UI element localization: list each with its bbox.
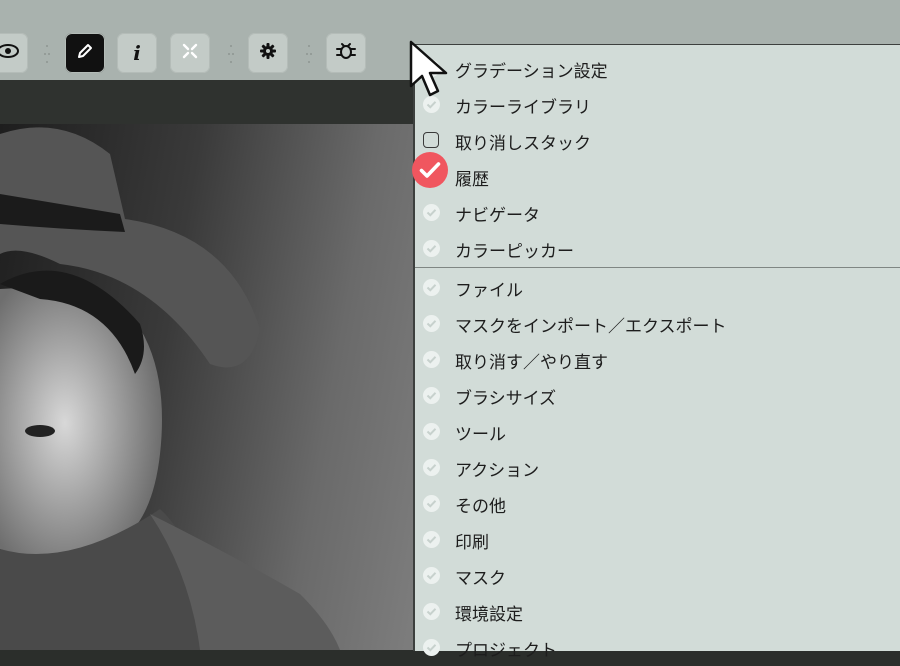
check-icon <box>422 239 440 257</box>
toolbar-separator <box>44 40 50 70</box>
canvas-header-bar <box>0 80 413 124</box>
settings-button[interactable] <box>248 33 288 73</box>
menu-item-label: ファイル <box>455 280 523 301</box>
check-icon <box>422 566 440 584</box>
check-icon <box>422 278 440 296</box>
menu-item-actions[interactable]: アクション <box>415 450 900 486</box>
highlighted-check-icon <box>412 152 448 188</box>
check-icon <box>422 203 440 221</box>
menu-item-label: 履歴 <box>455 169 489 190</box>
toolbar-separator <box>228 40 234 70</box>
check-icon <box>422 422 440 440</box>
panels-context-menu: グラデーション設定 カラーライブラリ 取り消しスタック 履歴 ナビゲータ カラー… <box>413 44 900 661</box>
menu-divider <box>415 267 900 268</box>
menu-item-label: マスク <box>455 568 506 589</box>
check-icon <box>422 602 440 620</box>
eye-toggle-button[interactable] <box>0 33 28 73</box>
mouse-cursor-icon <box>408 40 452 100</box>
menu-item-brush-size[interactable]: ブラシサイズ <box>415 378 900 414</box>
menu-item-label: マスクをインポート／エクスポート <box>455 316 727 337</box>
check-icon <box>422 350 440 368</box>
fullscreen-icon <box>181 42 199 64</box>
menu-item-undo-stack[interactable]: 取り消しスタック <box>415 123 900 159</box>
check-icon <box>422 458 440 476</box>
bug-icon <box>335 41 357 65</box>
menu-item-tools[interactable]: ツール <box>415 414 900 450</box>
check-icon <box>422 386 440 404</box>
menu-item-label: 取り消す／やり直す <box>455 352 608 373</box>
menu-item-label: 環境設定 <box>455 604 523 625</box>
checkbox-icon <box>422 131 440 149</box>
portrait-photo <box>0 127 340 650</box>
menu-item-navigator[interactable]: ナビゲータ <box>415 195 900 231</box>
menu-item-history[interactable]: 履歴 <box>415 159 900 195</box>
check-icon <box>422 494 440 512</box>
info-button[interactable]: i <box>117 33 157 73</box>
menu-item-label: ナビゲータ <box>455 205 540 226</box>
toolbar-separator <box>306 40 312 70</box>
menu-item-label: グラデーション設定 <box>455 61 608 82</box>
menu-item-project[interactable]: プロジェクト <box>415 630 900 666</box>
eye-icon <box>0 43 19 63</box>
menu-item-label: カラーライブラリ <box>455 97 591 118</box>
menu-item-label: ツール <box>455 424 506 445</box>
menu-item-label: 取り消しスタック <box>455 133 591 154</box>
menu-item-gradient-settings[interactable]: グラデーション設定 <box>415 51 900 87</box>
image-canvas[interactable] <box>0 124 413 650</box>
menu-item-mask-import-export[interactable]: マスクをインポート／エクスポート <box>415 306 900 342</box>
menu-item-mask[interactable]: マスク <box>415 558 900 594</box>
check-icon <box>422 530 440 548</box>
menu-item-label: 印刷 <box>455 532 489 553</box>
menu-item-other[interactable]: その他 <box>415 486 900 522</box>
check-icon <box>422 314 440 332</box>
menu-item-label: プロジェクト <box>455 640 557 661</box>
menu-item-label: その他 <box>455 496 506 517</box>
menu-item-label: カラーピッカー <box>455 241 574 262</box>
fullscreen-button[interactable] <box>170 33 210 73</box>
debug-button[interactable] <box>326 33 366 73</box>
menu-item-preferences[interactable]: 環境設定 <box>415 594 900 630</box>
menu-item-label: ブラシサイズ <box>455 388 557 409</box>
menu-item-undo-redo[interactable]: 取り消す／やり直す <box>415 342 900 378</box>
menu-item-color-library[interactable]: カラーライブラリ <box>415 87 900 123</box>
menu-item-color-picker[interactable]: カラーピッカー <box>415 231 900 267</box>
menu-item-label: アクション <box>455 460 540 481</box>
gear-icon <box>258 41 278 65</box>
info-icon: i <box>133 41 141 65</box>
menu-item-file[interactable]: ファイル <box>415 270 900 306</box>
pen-icon <box>74 40 96 66</box>
check-icon <box>422 638 440 656</box>
menu-item-print[interactable]: 印刷 <box>415 522 900 558</box>
pen-button[interactable] <box>65 33 105 73</box>
